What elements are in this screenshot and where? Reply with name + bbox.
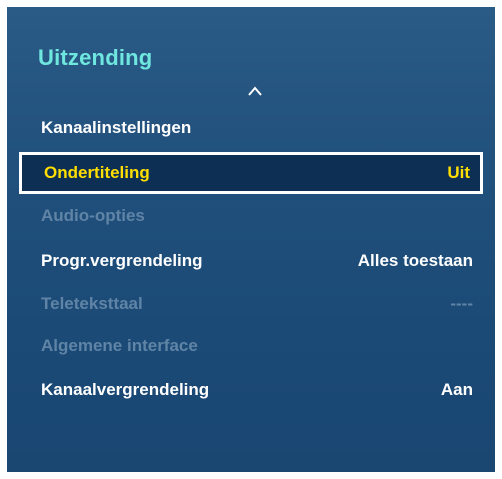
menu-item-kanaalinstellingen[interactable]: Kanaalinstellingen xyxy=(19,107,483,149)
menu-item-label: Ondertiteling xyxy=(44,163,150,182)
menu-item-progr-vergrendeling[interactable]: Progr.vergrendeling Alles toestaan xyxy=(19,240,483,282)
menu-item-kanaalvergrendeling[interactable]: Kanaalvergrendeling Aan xyxy=(19,369,483,411)
menu-item-label: Progr.vergrendeling xyxy=(41,251,203,270)
menu-item-label: Audio-opties xyxy=(41,206,145,225)
chevron-up-icon[interactable] xyxy=(247,85,263,97)
menu-item-label: Kanaalvergrendeling xyxy=(41,380,210,399)
menu-item-value: Alles toestaan xyxy=(357,251,473,270)
menu-item-ondertiteling[interactable]: Ondertiteling Uit xyxy=(19,152,483,194)
menu-item-teleteksttaal[interactable]: Teleteksttaal ---- xyxy=(19,283,483,325)
menu-item-value: Uit xyxy=(447,163,470,182)
menu-item-label: Kanaalinstellingen xyxy=(41,118,192,137)
menu-item-value: ---- xyxy=(450,294,473,313)
menu-item-value: Aan xyxy=(440,380,473,399)
menu-item-algemene-interface[interactable]: Algemene interface xyxy=(19,325,483,367)
menu-item-label: Algemene interface xyxy=(41,336,198,355)
menu-item-label: Teleteksttaal xyxy=(41,294,143,313)
broadcast-menu-panel: Uitzending Kanaalinstellingen Ondertitel… xyxy=(7,7,495,472)
menu-title: Uitzending xyxy=(38,45,153,70)
menu-item-audio-opties[interactable]: Audio-opties xyxy=(19,195,483,237)
